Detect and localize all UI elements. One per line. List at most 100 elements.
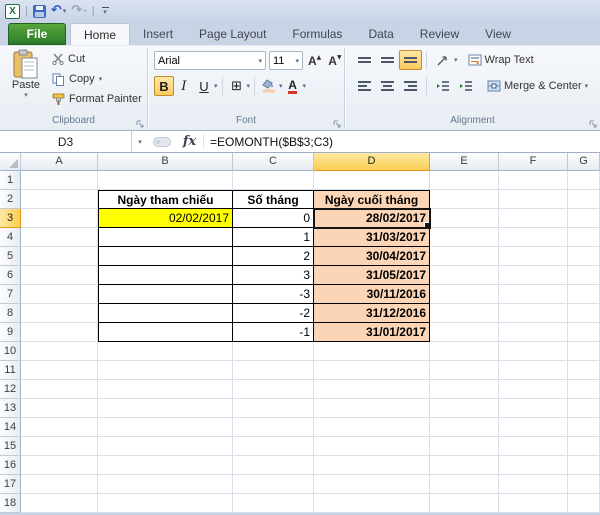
align-bottom-button[interactable] [399,50,422,70]
cell-b9[interactable] [98,323,233,342]
cell[interactable] [499,171,568,190]
cell[interactable] [233,475,314,494]
column-header-c[interactable]: C [233,153,314,171]
cell[interactable] [314,456,430,475]
tab-file[interactable]: File [8,23,66,45]
tab-review[interactable]: Review [407,23,472,45]
cell[interactable] [430,342,499,361]
customize-quick-access-button[interactable]: ▾ [101,7,109,16]
cell[interactable] [233,437,314,456]
cell[interactable] [314,361,430,380]
copy-button[interactable]: Copy ▾ [52,69,142,89]
cell[interactable] [499,285,568,304]
row-header[interactable]: 7 [0,285,21,304]
cell[interactable] [499,266,568,285]
align-middle-button[interactable] [376,50,399,70]
tab-view[interactable]: View [472,23,524,45]
row-header[interactable]: 16 [0,456,21,475]
cell-c2[interactable]: Số tháng [233,190,314,209]
cell[interactable] [499,342,568,361]
chevron-down-icon[interactable]: ▾ [454,56,458,64]
row-header[interactable]: 13 [0,399,21,418]
row-header[interactable]: 17 [0,475,21,494]
cell[interactable] [430,494,499,513]
cell-c9[interactable]: -1 [233,323,314,342]
align-center-button[interactable] [376,76,399,96]
underline-button[interactable]: U [194,76,214,96]
cell[interactable] [98,418,233,437]
column-header-e[interactable]: E [430,153,499,171]
cell[interactable] [314,342,430,361]
merge-center-button[interactable]: Merge & Center ▾ [487,80,588,92]
cell[interactable] [499,494,568,513]
orientation-button[interactable] [431,50,454,70]
excel-logo-icon[interactable]: X [5,3,20,19]
cell[interactable] [430,418,499,437]
save-icon[interactable] [32,4,46,18]
cell[interactable] [499,380,568,399]
cell-d9[interactable]: 31/01/2017 [314,323,430,342]
cell[interactable] [233,342,314,361]
cell[interactable] [499,456,568,475]
cell[interactable] [430,399,499,418]
cell-b4[interactable] [98,228,233,247]
cell[interactable] [314,380,430,399]
cell[interactable] [21,323,98,342]
cell[interactable] [430,190,499,209]
cell-d7[interactable]: 30/11/2016 [314,285,430,304]
cell-d5[interactable]: 30/04/2017 [314,247,430,266]
cell[interactable] [98,361,233,380]
font-name-select[interactable]: Arial ▾ [154,51,266,70]
cell[interactable] [21,190,98,209]
chevron-down-icon[interactable]: ▾ [214,82,218,90]
cell[interactable] [21,399,98,418]
grow-font-button[interactable]: A ▲ [306,54,323,68]
cell[interactable] [568,323,600,342]
cell-c5[interactable]: 2 [233,247,314,266]
cell[interactable] [430,228,499,247]
cut-button[interactable]: Cut [52,49,142,69]
chevron-down-icon[interactable]: ▾ [585,82,589,90]
increase-indent-button[interactable] [454,76,477,96]
cell[interactable] [233,171,314,190]
cell[interactable] [21,285,98,304]
cell[interactable] [568,304,600,323]
cell[interactable] [430,266,499,285]
cell[interactable] [98,171,233,190]
formula-bar-splitter[interactable] [153,136,171,147]
cell-c3[interactable]: 0 [233,209,314,228]
cell[interactable] [568,285,600,304]
cell[interactable] [314,437,430,456]
column-header-g[interactable]: G [568,153,600,171]
cell[interactable] [21,456,98,475]
tab-insert[interactable]: Insert [130,23,186,45]
borders-button[interactable]: ⊞ [227,76,247,96]
font-size-select[interactable]: 11 ▾ [269,51,303,70]
row-header[interactable]: 12 [0,380,21,399]
cell[interactable] [98,437,233,456]
cell[interactable] [21,342,98,361]
cell[interactable] [499,323,568,342]
cell-b7[interactable] [98,285,233,304]
cell[interactable] [568,342,600,361]
row-header[interactable]: 8 [0,304,21,323]
cell-d6[interactable]: 31/05/2017 [314,266,430,285]
cell[interactable] [21,266,98,285]
cell[interactable] [430,304,499,323]
align-left-button[interactable] [353,76,376,96]
cell-b6[interactable] [98,266,233,285]
tab-data[interactable]: Data [355,23,406,45]
cell[interactable] [98,380,233,399]
cell[interactable] [430,323,499,342]
cell[interactable] [233,380,314,399]
clipboard-dialog-launcher[interactable] [136,120,144,128]
cell[interactable] [499,361,568,380]
paste-button[interactable]: Paste ▾ [4,49,48,115]
chevron-down-icon[interactable]: ▾ [303,82,307,90]
cell[interactable] [568,228,600,247]
cell[interactable] [21,361,98,380]
cell[interactable] [314,171,430,190]
cell-c4[interactable]: 1 [233,228,314,247]
cell[interactable] [430,285,499,304]
cell[interactable] [568,171,600,190]
